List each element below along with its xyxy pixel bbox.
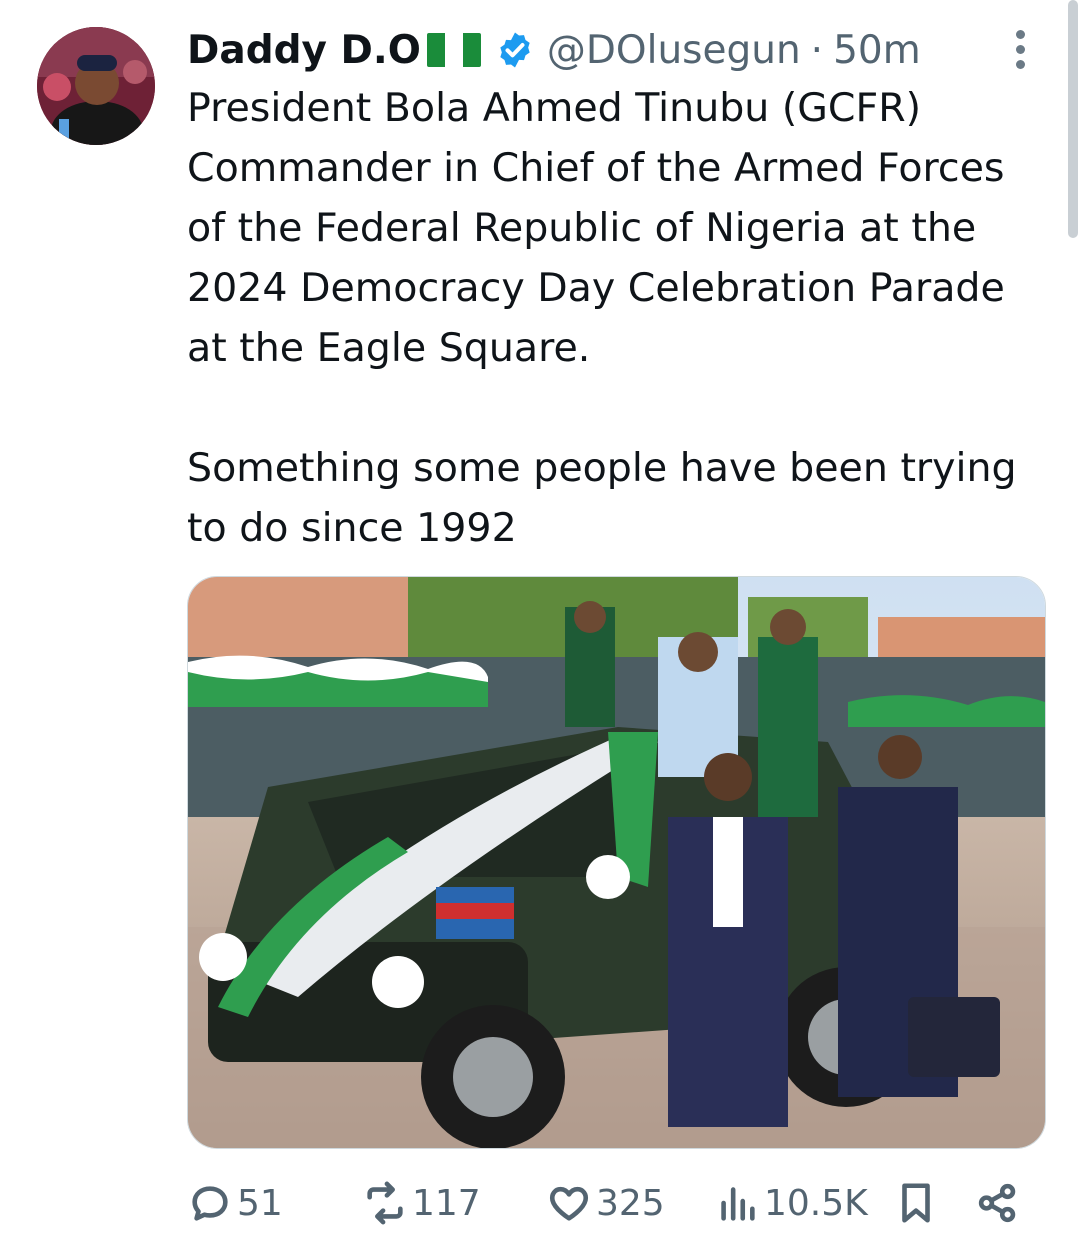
repost-count: 117 <box>412 1182 481 1224</box>
heart-icon <box>549 1186 589 1221</box>
header-separator: · <box>810 27 824 73</box>
share-icon <box>978 1183 1016 1223</box>
scrollbar[interactable] <box>1068 0 1078 238</box>
like-count: 325 <box>596 1182 665 1224</box>
reply-icon <box>192 1186 228 1221</box>
tweet-photo[interactable] <box>187 576 1046 1149</box>
reply-count: 51 <box>237 1182 283 1224</box>
views-button[interactable]: 10.5K <box>714 1175 868 1231</box>
views-icon <box>721 1187 755 1221</box>
like-button[interactable]: 325 <box>546 1175 665 1231</box>
verified-badge-icon <box>500 32 530 68</box>
views-count: 10.5K <box>764 1182 868 1224</box>
nigeria-flag-icon <box>426 33 481 67</box>
repost-button[interactable]: 117 <box>362 1175 481 1231</box>
tweet-text: President Bola Ahmed Tinubu (GCFR) Comma… <box>187 85 1017 551</box>
parade-photo <box>188 577 1045 1148</box>
bookmark-button[interactable] <box>893 1175 939 1231</box>
author-avatar[interactable] <box>37 27 155 145</box>
tweet-header: Daddy D.O @DOlusegun · 50m <box>187 24 921 76</box>
author-handle[interactable]: @DOlusegun <box>547 28 801 73</box>
bookmark-icon <box>902 1183 930 1223</box>
author-name[interactable]: Daddy D.O <box>187 28 421 73</box>
repost-icon <box>367 1181 403 1225</box>
more-vertical-icon[interactable] <box>1008 30 1032 74</box>
share-button[interactable] <box>975 1175 1021 1231</box>
tweet-action-bar: 51 117 325 10.5K <box>0 1175 1080 1231</box>
tweet-timestamp[interactable]: 50m <box>833 28 921 73</box>
avatar-image <box>37 27 155 145</box>
reply-button[interactable]: 51 <box>187 1175 283 1231</box>
